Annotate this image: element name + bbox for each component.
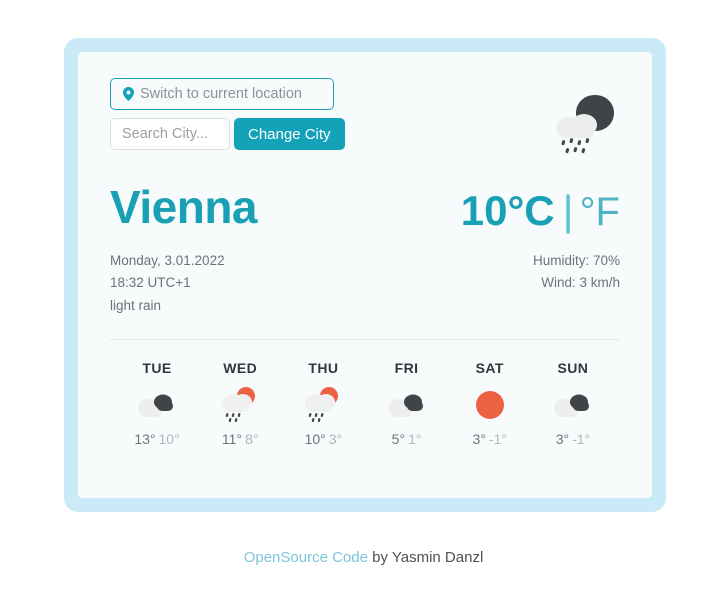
current-weather-main: Vienna 10°C | °F	[110, 184, 620, 232]
forecast-day-name: THU	[308, 359, 339, 376]
sun-rain-icon	[199, 385, 281, 425]
current-weather-meta: Monday, 3.01.2022 18:32 UTC+1 light rain…	[110, 250, 620, 317]
fahrenheit-toggle-link[interactable]: °F	[580, 190, 620, 234]
weather-card-frame: Switch to current location Change City	[64, 38, 666, 512]
switch-to-current-location-button[interactable]: Switch to current location	[110, 78, 334, 110]
cloudy-icon	[366, 385, 448, 425]
weather-app-root: Switch to current location Change City	[0, 0, 727, 603]
forecast-temp-min: 10°	[158, 430, 180, 447]
current-time: 18:32 UTC+1	[110, 275, 191, 291]
section-divider	[110, 338, 620, 340]
unit-separator: |	[562, 187, 574, 234]
forecast-temp-min: 3°	[328, 430, 343, 447]
forecast-day-name: WED	[223, 359, 258, 376]
forecast-temps: 3° -1°	[532, 431, 614, 447]
search-city-input[interactable]	[110, 118, 230, 150]
forecast-day-name: TUE	[142, 359, 172, 376]
forecast-temp-max: 13°	[134, 430, 156, 447]
forecast-temps: 11° 8°	[199, 431, 281, 447]
forecast-day-name: SUN	[557, 359, 589, 376]
search-controls: Switch to current location Change City	[110, 78, 620, 150]
temperature-block: 10°C | °F	[460, 184, 620, 234]
forecast-day: WED 11° 8°	[199, 360, 281, 447]
sun-rain-icon	[282, 385, 364, 425]
forecast-day: FRI 5° 1°	[366, 360, 448, 447]
forecast-temp-min: -1°	[572, 430, 591, 447]
forecast-day: THU 10° 3°	[282, 360, 364, 447]
forecast-day-name: SAT	[475, 359, 504, 376]
meta-left-column: Monday, 3.01.2022 18:32 UTC+1 light rain	[110, 250, 225, 317]
forecast-temps: 10° 3°	[282, 431, 364, 447]
forecast-temp-max: 10°	[304, 430, 326, 447]
forecast-day: SAT 3° -1°	[449, 360, 531, 447]
current-temperature: 10°C	[460, 187, 555, 234]
forecast-temp-max: 3°	[472, 430, 486, 447]
switch-location-label: Switch to current location	[140, 85, 302, 102]
weather-card: Switch to current location Change City	[78, 52, 652, 498]
forecast-temp-min: -1°	[488, 430, 507, 447]
forecast-temp-max: 5°	[391, 430, 406, 447]
forecast-temp-max: 3°	[555, 430, 570, 447]
cloudy-icon	[532, 385, 614, 425]
current-date: Monday, 3.01.2022	[110, 253, 225, 268]
meta-right-column: Humidity: 70% Wind: 3 km/h	[533, 250, 620, 295]
forecast-temp-min: 1°	[408, 430, 422, 447]
city-name: Vienna	[110, 181, 258, 233]
forecast-temp-min: 8°	[245, 430, 259, 447]
map-pin-icon	[123, 87, 134, 101]
footer-author-text: by Yasmin Danzl	[367, 549, 484, 566]
forecast-day-name: FRI	[394, 359, 419, 376]
forecast-row: TUE 13° 10° WED 11° 8° THU 10° 3° FRI 5°…	[110, 360, 620, 447]
humidity-value: Humidity: 70%	[532, 253, 620, 268]
forecast-day: SUN 3° -1°	[532, 360, 614, 447]
wind-value: Wind: 3 km/h	[541, 275, 620, 291]
footer: OpenSource Code by Yasmin Danzl	[0, 549, 727, 566]
cloudy-icon	[116, 385, 198, 425]
search-row: Change City	[110, 118, 620, 150]
opensource-code-link[interactable]: OpenSource Code	[244, 549, 368, 566]
forecast-day: TUE 13° 10°	[116, 360, 198, 447]
sun-icon	[449, 385, 531, 425]
forecast-temps: 5° 1°	[366, 431, 448, 447]
forecast-temps: 3° -1°	[449, 431, 531, 447]
change-city-button[interactable]: Change City	[234, 118, 345, 150]
forecast-temps: 13° 10°	[116, 431, 198, 447]
current-description: light rain	[110, 297, 162, 313]
forecast-temp-max: 11°	[221, 430, 243, 447]
